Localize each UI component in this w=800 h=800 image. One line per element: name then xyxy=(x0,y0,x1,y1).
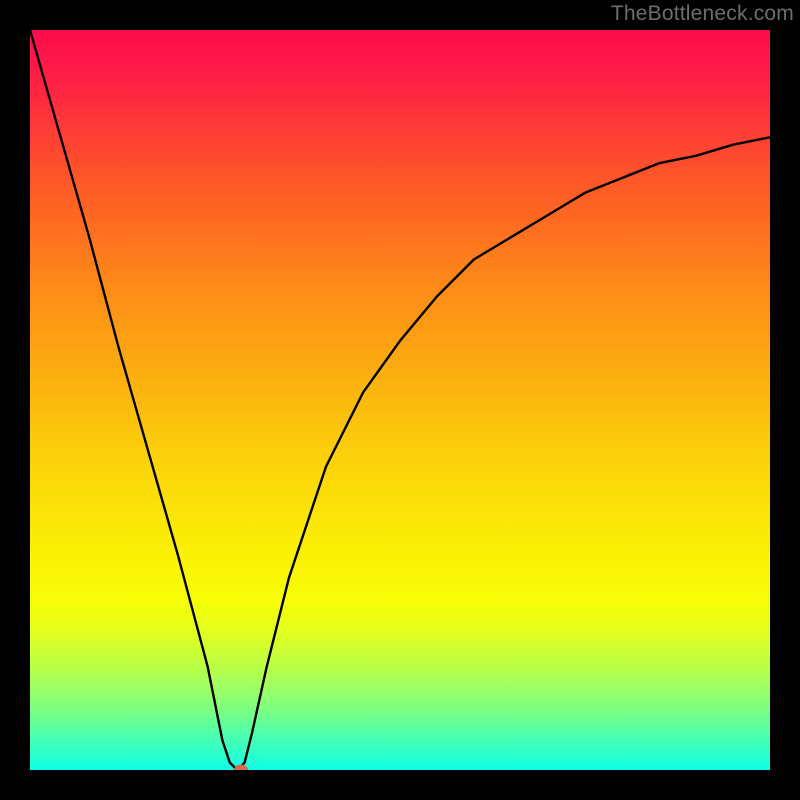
plot-area xyxy=(30,30,770,770)
attribution-text: TheBottleneck.com xyxy=(611,2,794,26)
chart-frame: TheBottleneck.com xyxy=(0,0,800,800)
bottleneck-curve xyxy=(30,30,770,770)
optimum-marker xyxy=(234,765,248,771)
